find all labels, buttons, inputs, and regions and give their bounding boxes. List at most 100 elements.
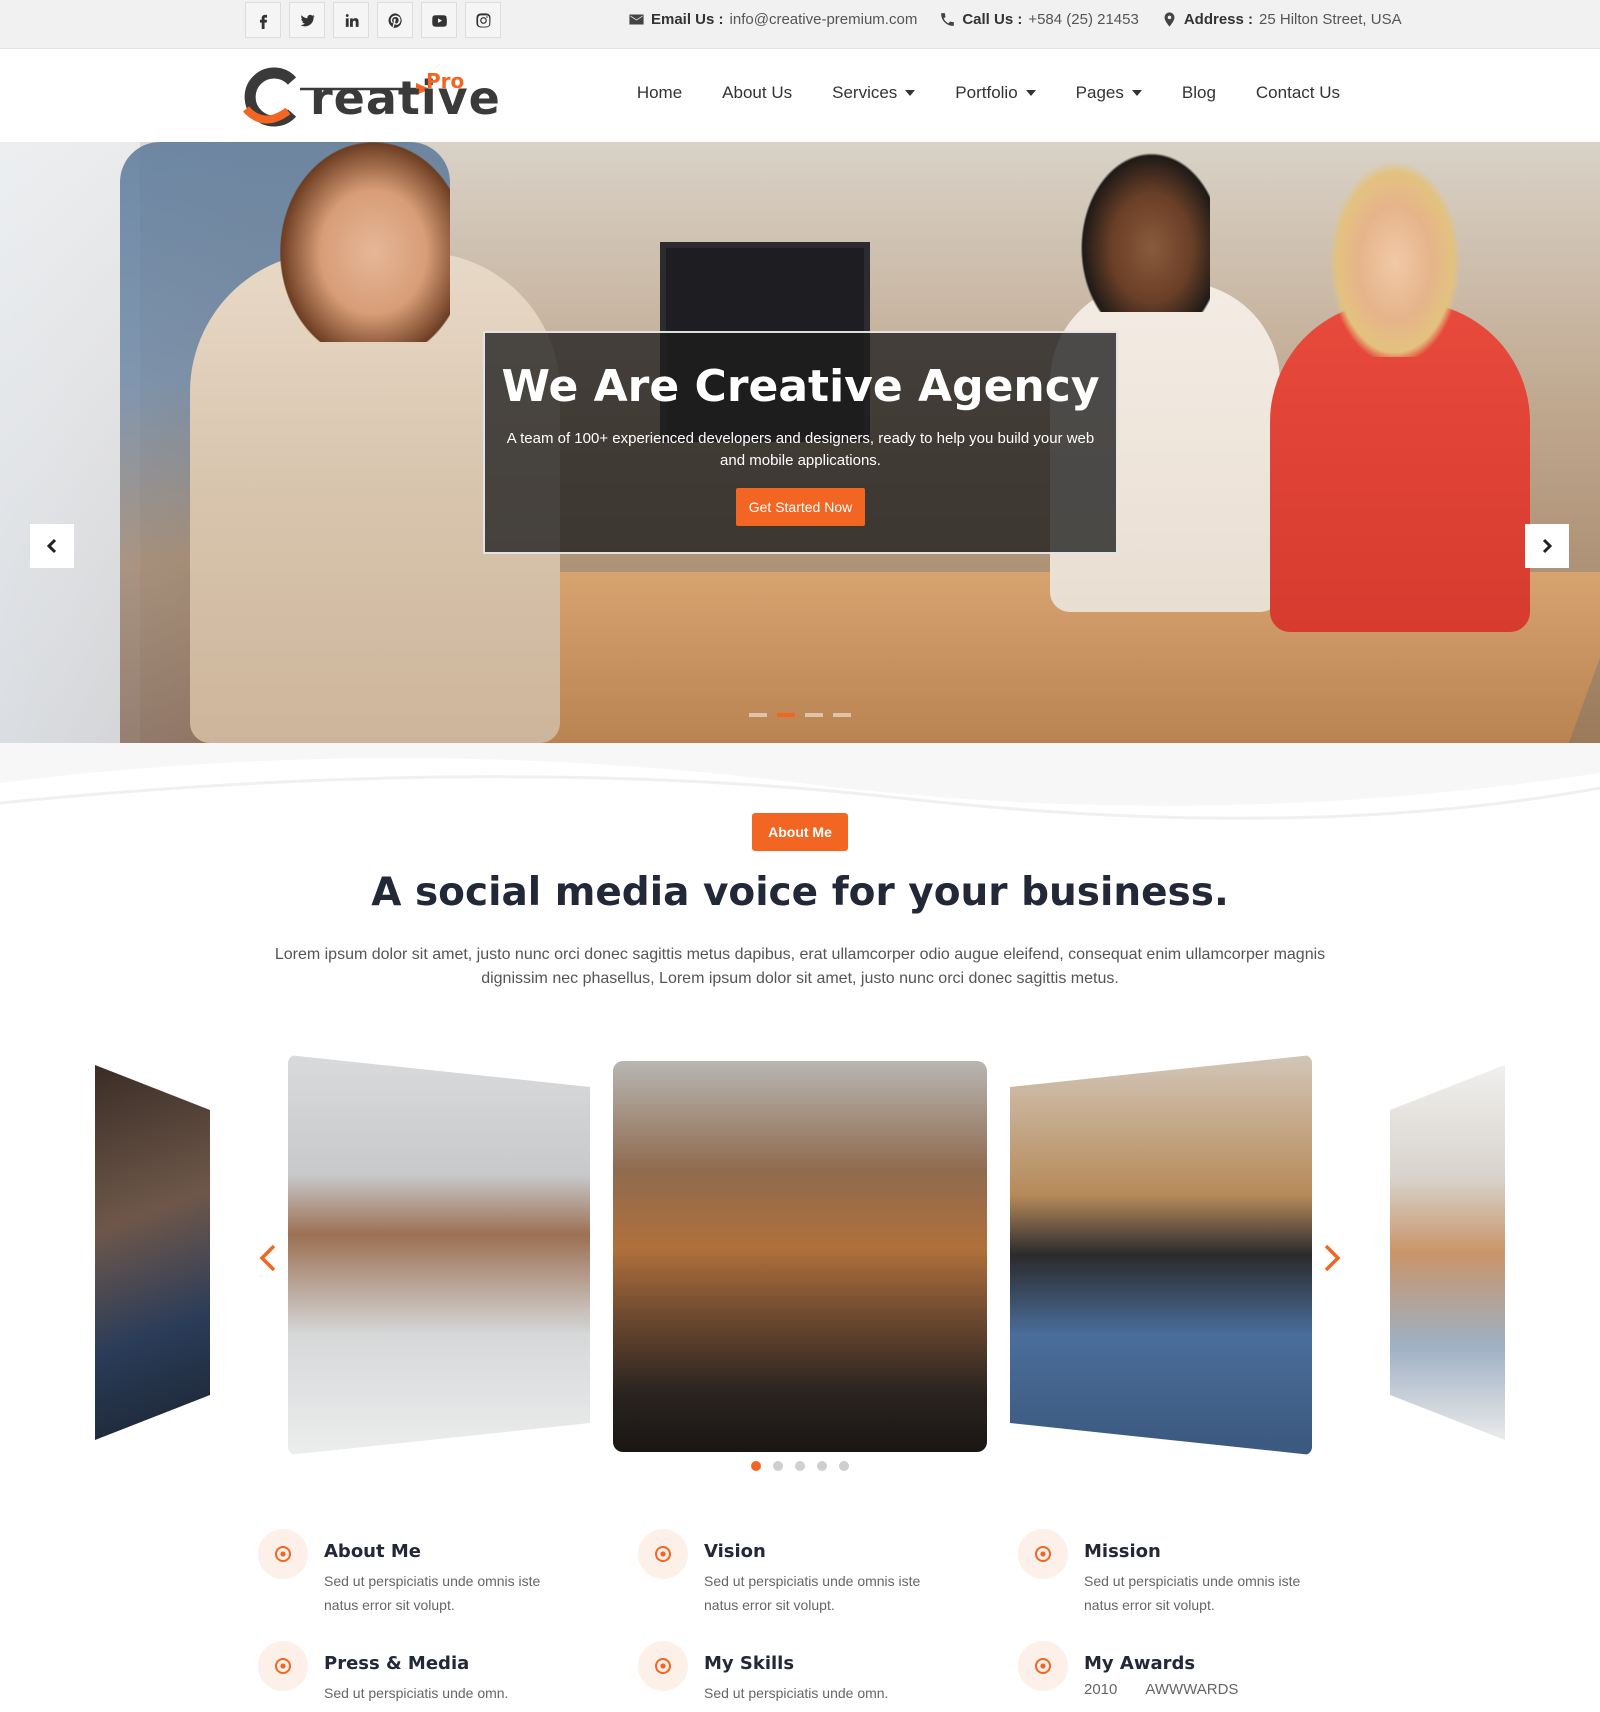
target-icon <box>638 1529 688 1579</box>
award-year: 2010 <box>1084 1681 1118 1698</box>
twitter-icon[interactable] <box>289 2 325 38</box>
address-value: 25 Hilton Street, USA <box>1259 11 1402 28</box>
get-started-button[interactable]: Get Started Now <box>735 488 866 526</box>
feature-text: Sed ut perspiciatis unde omn. <box>704 1685 889 1701</box>
chevron-left-icon <box>46 538 57 554</box>
email-value[interactable]: info@creative-premium.com <box>730 11 918 28</box>
hero-photo-head <box>280 142 450 342</box>
gallery-carousel <box>0 1050 1600 1471</box>
gallery-image <box>1010 1055 1312 1455</box>
feature-text: Sed ut perspiciatis unde omnis iste natu… <box>1084 1573 1301 1613</box>
nav-portfolio-label: Portfolio <box>955 83 1018 102</box>
feature-title: My Awards <box>1084 1653 1196 1674</box>
gallery-image <box>288 1055 590 1455</box>
nav-pages-label: Pages <box>1075 83 1124 102</box>
target-icon <box>1018 1641 1068 1691</box>
hero-slide-indicators <box>749 713 851 717</box>
email-label: Email Us : <box>651 11 724 28</box>
hero-dot[interactable] <box>749 713 767 717</box>
nav-about-us[interactable]: About Us <box>722 83 792 103</box>
feature-text: Sed ut perspiciatis unde omn. <box>324 1685 509 1701</box>
nav-about-us-label: About Us <box>722 83 793 102</box>
gallery-image <box>613 1061 987 1452</box>
nav-blog[interactable]: Blog <box>1182 83 1216 103</box>
feature-title: About Me <box>324 1541 421 1562</box>
hero-subtitle: A team of 100+ experienced developers an… <box>506 430 1095 469</box>
phone-icon <box>941 13 955 26</box>
nav-home[interactable]: Home <box>637 83 682 103</box>
feature-about-me: About Me Sed ut perspiciatis unde omnis … <box>258 1527 578 1617</box>
target-icon <box>638 1641 688 1691</box>
address-info: Address : 25 Hilton Street, USA <box>1161 11 1402 28</box>
feature-title: Vision <box>704 1541 766 1562</box>
logo[interactable]: reative Pro <box>240 59 500 131</box>
target-icon <box>1018 1529 1068 1579</box>
instagram-icon[interactable] <box>465 2 501 38</box>
address-label: Address : <box>1183 11 1254 28</box>
chevron-left-icon <box>259 1244 276 1272</box>
nav-services-label: Services <box>832 83 898 102</box>
hero-photo-window <box>0 142 140 743</box>
gallery-card[interactable] <box>288 1055 590 1455</box>
logo-pro: Pro <box>426 69 465 93</box>
top-bar: Email Us : info@creative-premium.com Cal… <box>0 0 1600 49</box>
gallery-card[interactable] <box>1390 1065 1505 1440</box>
hero-next-button[interactable] <box>1525 524 1569 568</box>
gallery-prev-button[interactable] <box>256 1240 280 1276</box>
phone-value[interactable]: +584 (25) 21453 <box>1028 11 1139 28</box>
hero-dot[interactable] <box>833 713 851 717</box>
social-links <box>245 2 501 38</box>
feature-text: Sed ut perspiciatis unde omnis iste natu… <box>704 1573 921 1613</box>
gallery-dot-active[interactable] <box>751 1461 761 1471</box>
feature-my-skills: My Skills Sed ut perspiciatis unde omn. <box>638 1639 958 1712</box>
gallery-dot[interactable] <box>817 1461 827 1471</box>
gallery-dot[interactable] <box>795 1461 805 1471</box>
hero-prev-button[interactable] <box>30 524 74 568</box>
chevron-right-icon <box>1324 1244 1341 1272</box>
about-text: Lorem ipsum dolor sit amet, justo nunc o… <box>274 946 1326 987</box>
map-pin-icon <box>1164 12 1175 27</box>
call-info: Call Us : +584 (25) 21453 <box>939 11 1139 28</box>
facebook-icon[interactable] <box>245 2 281 38</box>
main-nav: Home About Us Services Portfolio Pages B… <box>637 83 1340 103</box>
target-icon <box>258 1641 308 1691</box>
nav-home-label: Home <box>636 83 683 102</box>
hero-photo-head <box>1080 152 1210 312</box>
nav-pages[interactable]: Pages <box>1076 83 1142 103</box>
gallery-card[interactable] <box>1010 1055 1312 1455</box>
nav-portfolio[interactable]: Portfolio <box>955 83 1036 103</box>
gallery-image <box>95 1065 210 1440</box>
linkedin-icon[interactable] <box>333 2 369 38</box>
about-title: A social media voice for your business. <box>371 870 1229 915</box>
feature-title: Mission <box>1084 1541 1161 1562</box>
site-header: reative Pro Home About Us Services Portf… <box>0 49 1600 142</box>
feature-mission: Mission Sed ut perspiciatis unde omnis i… <box>1018 1527 1338 1617</box>
hero-dot[interactable] <box>805 713 823 717</box>
hero-dot-active[interactable] <box>777 713 795 717</box>
hero-title: We Are Creative Agency <box>501 361 1100 412</box>
pinterest-icon[interactable] <box>377 2 413 38</box>
feature-title: My Skills <box>704 1653 795 1674</box>
youtube-icon[interactable] <box>421 2 457 38</box>
feature-my-awards: My Awards 2010 AWWWARDS <box>1018 1639 1338 1712</box>
gallery-card-active[interactable] <box>613 1061 987 1452</box>
nav-contact-us-label: Contact Us <box>1255 83 1340 102</box>
caret-down-icon <box>1025 90 1036 96</box>
caret-down-icon <box>905 90 916 96</box>
nav-blog-label: Blog <box>1181 83 1216 102</box>
gallery-dot[interactable] <box>839 1461 849 1471</box>
caret-down-icon <box>1131 90 1142 96</box>
logo-c-mark <box>243 67 297 127</box>
gallery-next-button[interactable] <box>1320 1240 1344 1276</box>
feature-title: Press & Media <box>324 1653 470 1674</box>
target-icon <box>258 1529 308 1579</box>
nav-services[interactable]: Services <box>832 83 916 103</box>
gallery-dot[interactable] <box>773 1461 783 1471</box>
gallery-card[interactable] <box>95 1065 210 1440</box>
envelope-icon <box>629 14 644 25</box>
nav-contact-us[interactable]: Contact Us <box>1256 83 1340 103</box>
hero-photo-head <box>1320 147 1470 357</box>
hero-caption: We Are Creative Agency A team of 100+ ex… <box>483 331 1118 554</box>
chevron-right-icon <box>1542 538 1553 554</box>
gallery-pagination <box>751 1461 849 1471</box>
